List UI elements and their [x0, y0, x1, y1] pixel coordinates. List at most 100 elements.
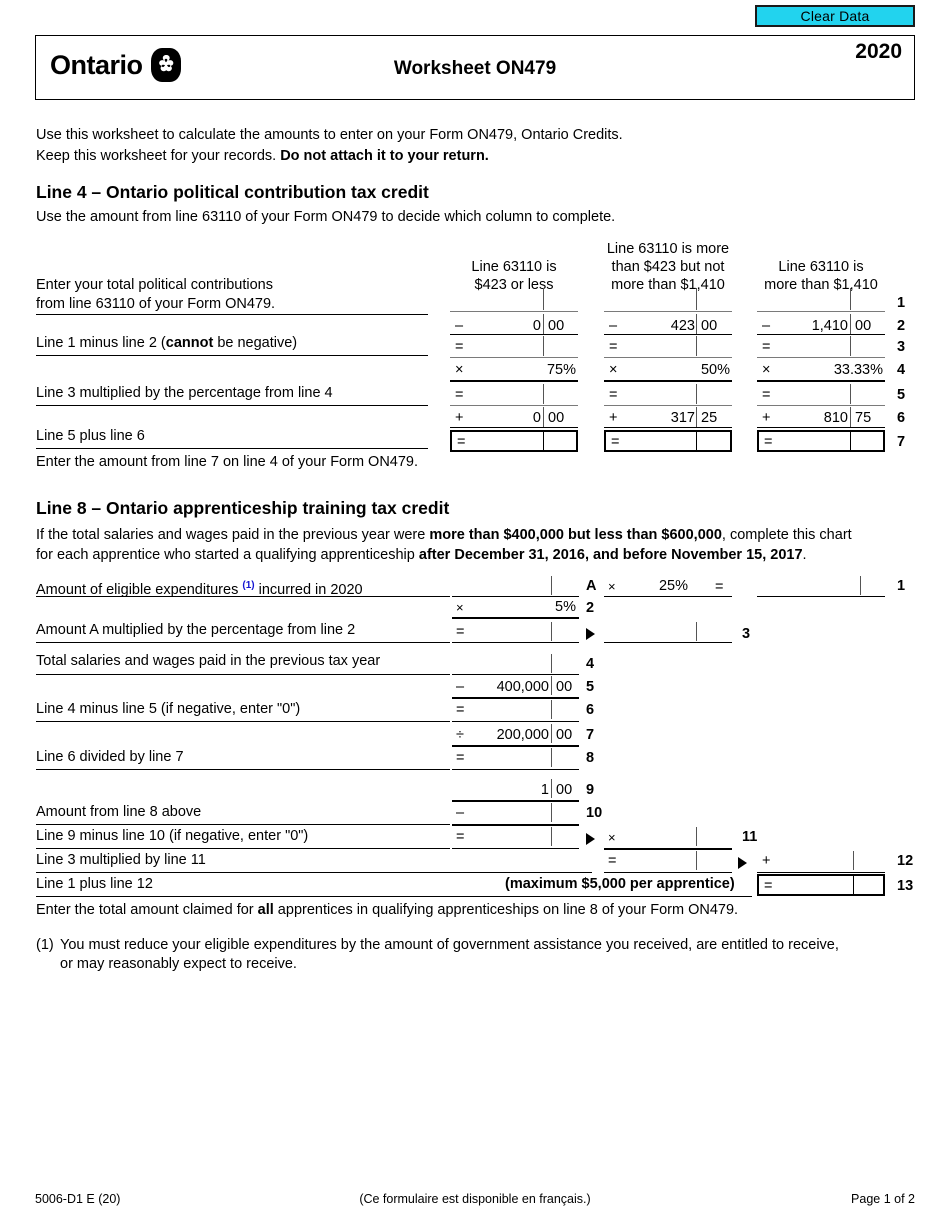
value-c3-r6: 810	[823, 410, 848, 426]
total-box-c2[interactable]	[604, 430, 732, 452]
line-number-a10: 10	[586, 805, 603, 821]
cents-c3-r2: 00	[855, 318, 872, 334]
footnote-marker-text: (1)	[36, 937, 54, 953]
total-box-c3[interactable]	[757, 430, 885, 452]
section-instruction-political: Use the amount from line 63110 of your F…	[36, 209, 616, 225]
label-underline-1	[36, 314, 428, 316]
column-header-3: Line 63110 is more than $1,410	[764, 259, 878, 293]
rule-row12	[604, 872, 732, 874]
clear-data-button[interactable]: Clear Data	[755, 5, 915, 27]
label-underline-row11	[36, 848, 450, 850]
cents-c1-r6: 00	[548, 410, 565, 426]
line-number-p4: 4	[897, 362, 906, 378]
label-apprentice-row12: Line 3 multiplied by line 11	[36, 852, 206, 868]
cents-sep-row11-result	[696, 827, 698, 846]
cents-sep-c3-r1	[850, 288, 852, 310]
label-apprentice-row6: Line 4 minus line 5 (if negative, enter …	[36, 701, 301, 717]
column-header-2: Line 63110 is more than $423 but not mor…	[606, 241, 730, 293]
operator-c2-r3: =	[609, 339, 618, 355]
equals-sign-row12: =	[608, 853, 617, 869]
rule-row7	[452, 745, 579, 748]
rule-c2-r6	[604, 427, 732, 429]
tax-year: 2020	[855, 40, 902, 63]
line-number-a1: 1	[897, 578, 906, 594]
label-underline-a	[36, 596, 450, 598]
cents-sep-row4	[551, 654, 553, 673]
rule-row1-result	[757, 596, 885, 598]
cents-sep-c1-r3	[543, 336, 545, 356]
label-underline-row8	[36, 769, 450, 771]
cents-c2-r6: 25	[701, 410, 718, 426]
rule-c1-r4	[450, 380, 578, 383]
footnote-line-2: or may reasonably expect to receive.	[60, 956, 297, 972]
section-heading-political: Line 4 – Ontario political contribution …	[36, 182, 429, 202]
cents-sep-c1-r5	[543, 384, 545, 404]
cents-sep-c3-r6	[850, 407, 852, 427]
apprenticeship-footer-note: Enter the total amount claimed for all a…	[36, 902, 739, 918]
cents-sep-row1-result	[860, 576, 862, 595]
cents-sep-row13	[853, 875, 855, 895]
operator-c1-r7: =	[457, 434, 466, 450]
rule-c1-r2	[450, 334, 578, 336]
section-footer-political: Enter the amount from line 7 on line 4 o…	[36, 454, 419, 470]
value-c3-r4: 33.33%	[833, 362, 883, 378]
cents-1: 00	[556, 782, 573, 798]
total-box-c1[interactable]	[450, 430, 578, 452]
page-number: Page 1 of 2	[851, 1192, 915, 1206]
rule-c1-r3	[450, 357, 578, 358]
rule-row6	[452, 721, 579, 723]
minus-sign-row10: –	[456, 805, 465, 821]
rule-c2-r2	[604, 334, 732, 336]
rule-c3-r1	[757, 311, 885, 312]
value-400000: 400,000	[496, 679, 549, 695]
flow-arrow-row11-icon	[586, 833, 595, 845]
line-number-a6: 6	[586, 702, 595, 718]
apprenticeship-intro-line-2: for each apprentice who started a qualif…	[36, 547, 807, 563]
equals-sign-row11: =	[456, 829, 465, 845]
label-underline-2	[36, 355, 428, 357]
flow-arrow-row12-icon	[738, 857, 747, 869]
cents-sep-c2-r3	[696, 336, 698, 356]
rule-row3	[452, 642, 579, 644]
cents-sep-c3-r7	[850, 431, 852, 451]
cents-400000: 00	[556, 679, 573, 695]
cents-c2-r2: 00	[701, 318, 718, 334]
cents-c3-r6: 75	[855, 410, 872, 426]
value-c2-r4: 50%	[700, 362, 730, 378]
cents-sep-row10	[551, 803, 553, 822]
footnote-marker-icon: (1)	[242, 580, 255, 591]
value-c1-r6: 0	[532, 410, 541, 426]
maximum-note: (maximum $5,000 per apprentice)	[505, 876, 735, 892]
rule-c1-r6	[450, 427, 578, 429]
rule-row9	[452, 800, 579, 803]
label-underline-row3	[36, 642, 450, 644]
label-political-row3: Line 1 minus line 2 (cannot be negative)	[36, 335, 298, 351]
line-number-p5: 5	[897, 387, 906, 403]
flow-arrow-row3-icon	[586, 628, 595, 640]
intro-line-1: Use this worksheet to calculate the amou…	[36, 127, 623, 143]
rule-c3-r6	[757, 427, 885, 429]
operator-c3-r3: =	[762, 339, 771, 355]
rule-c2-r3	[604, 357, 732, 358]
equals-sign-row1: =	[715, 579, 724, 595]
amount-a-tag: A	[586, 578, 597, 594]
cents-sep-c1-r7	[543, 431, 545, 451]
cents-sep-c1-r6	[543, 407, 545, 427]
rule-row10	[452, 824, 579, 827]
cents-sep-a	[551, 576, 553, 595]
line-number-a12: 12	[897, 853, 914, 869]
label-underline-3	[36, 405, 428, 407]
cents-sep-c2-r6	[696, 407, 698, 427]
value-c2-r2: 423	[670, 318, 695, 334]
page-title: Worksheet ON479	[393, 58, 557, 79]
label-apprentice-row13: Line 1 plus line 12	[36, 876, 153, 892]
rule-c1-r1	[450, 311, 578, 312]
apprenticeship-intro-line-1: If the total salaries and wages paid in …	[36, 527, 852, 543]
cents-sep-row5	[551, 676, 553, 695]
operator-c1-r5: =	[455, 387, 464, 403]
total-box-row13[interactable]	[757, 874, 885, 896]
cents-sep-row9	[551, 779, 553, 798]
cents-sep-c2-r2	[696, 314, 698, 334]
equals-sign-row6: =	[456, 702, 465, 718]
cents-sep-c3-r3	[850, 336, 852, 356]
